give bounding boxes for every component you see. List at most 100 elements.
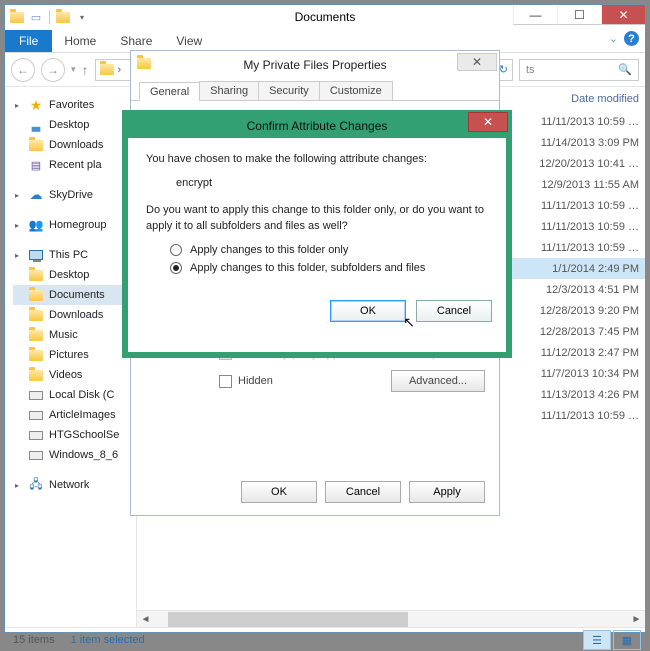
radio-icon xyxy=(170,262,182,274)
tree-music[interactable]: Music xyxy=(13,325,132,345)
tab-view[interactable]: View xyxy=(164,30,214,52)
properties-cancel-button[interactable]: Cancel xyxy=(325,481,401,503)
tree-windows8[interactable]: Windows_8_6 xyxy=(13,445,132,465)
scroll-thumb[interactable] xyxy=(168,612,408,627)
tree-localdisk[interactable]: Local Disk (C xyxy=(13,385,132,405)
tree-downloads[interactable]: Downloads xyxy=(13,135,132,155)
confirm-body: You have chosen to make the following at… xyxy=(128,138,506,294)
tab-sharing[interactable]: Sharing xyxy=(199,81,259,100)
network-icon: 🖧 xyxy=(28,477,44,493)
tree-network[interactable]: ▸🖧Network xyxy=(13,475,132,495)
forward-button[interactable]: → xyxy=(41,58,65,82)
confirm-close-button[interactable]: ✕ xyxy=(468,112,508,132)
properties-buttons: OK Cancel Apply xyxy=(241,481,485,503)
folder-icon xyxy=(28,307,44,323)
drive-icon xyxy=(28,407,44,423)
tab-security[interactable]: Security xyxy=(258,81,320,100)
selection-count: 1 item selected xyxy=(71,634,145,646)
confirm-ok-button[interactable]: OK ↖ xyxy=(330,300,406,322)
confirm-titlebar[interactable]: Confirm Attribute Changes ✕ xyxy=(128,114,506,138)
item-count: 15 items xyxy=(13,634,55,646)
confirm-cancel-button[interactable]: Cancel xyxy=(416,300,492,322)
up-button[interactable]: ↑ xyxy=(82,62,89,78)
scroll-left-icon[interactable]: ◄ xyxy=(137,611,154,628)
status-bar: 15 items 1 item selected ☰ ▦ xyxy=(5,627,645,651)
folder-icon xyxy=(137,58,151,69)
radio-folder-only[interactable]: Apply changes to this folder only xyxy=(170,244,488,256)
hidden-checkbox[interactable] xyxy=(219,375,232,388)
tree-documents[interactable]: Documents xyxy=(13,285,132,305)
tree-favorites[interactable]: ▸★Favorites xyxy=(13,95,132,115)
tab-share[interactable]: Share xyxy=(108,30,164,52)
advanced-button[interactable]: Advanced... xyxy=(391,370,485,392)
tree-pictures[interactable]: Pictures xyxy=(13,345,132,365)
ribbon-expand-icon[interactable]: ⌄ xyxy=(609,32,618,45)
properties-ok-button[interactable]: OK xyxy=(241,481,317,503)
quick-access-toolbar: ▭ ▾ xyxy=(5,9,90,25)
confirm-dialog: Confirm Attribute Changes ✕ You have cho… xyxy=(122,110,512,358)
folder-icon xyxy=(28,287,44,303)
tab-home[interactable]: Home xyxy=(52,30,108,52)
col-date-modified[interactable]: Date modified xyxy=(571,93,639,105)
pc-icon xyxy=(28,247,44,263)
properties-apply-button[interactable]: Apply xyxy=(409,481,485,503)
properties-title: My Private Files Properties xyxy=(243,58,386,72)
tree-articleimages[interactable]: ArticleImages xyxy=(13,405,132,425)
addr-chevron-icon[interactable]: › xyxy=(118,64,122,76)
radio-subfolders[interactable]: Apply changes to this folder, subfolders… xyxy=(170,262,488,274)
folder-icon xyxy=(28,367,44,383)
tree-thispc[interactable]: ▸This PC xyxy=(13,245,132,265)
minimize-button[interactable]: — xyxy=(513,5,557,25)
radio-subfolders-label: Apply changes to this folder, subfolders… xyxy=(190,262,425,274)
window-controls: — ☐ ✕ xyxy=(513,5,645,25)
properties-close-button[interactable]: ✕ xyxy=(457,53,497,71)
tree-skydrive[interactable]: ▸☁SkyDrive xyxy=(13,185,132,205)
radio-folder-only-label: Apply changes to this folder only xyxy=(190,244,348,256)
details-view-button[interactable]: ☰ xyxy=(583,630,611,650)
file-tab[interactable]: File xyxy=(5,30,52,52)
tree-htgschool[interactable]: HTGSchoolSe xyxy=(13,425,132,445)
horizontal-scrollbar[interactable]: ◄ ► xyxy=(137,610,645,627)
tab-general[interactable]: General xyxy=(139,82,200,101)
help-icon[interactable]: ? xyxy=(624,31,639,46)
tree-desktop[interactable]: ▃Desktop xyxy=(13,115,132,135)
star-icon: ★ xyxy=(28,97,44,113)
hidden-label: Hidden xyxy=(238,375,273,387)
tab-customize[interactable]: Customize xyxy=(319,81,393,100)
tree-downloads2[interactable]: Downloads xyxy=(13,305,132,325)
scroll-right-icon[interactable]: ► xyxy=(628,611,645,628)
folder-icon xyxy=(9,9,25,25)
confirm-intro: You have chosen to make the following at… xyxy=(146,152,488,167)
folder-icon xyxy=(100,64,114,75)
cursor-icon: ↖ xyxy=(403,314,415,331)
icons-view-button[interactable]: ▦ xyxy=(613,630,641,650)
maximize-button[interactable]: ☐ xyxy=(557,5,601,25)
search-icon[interactable]: 🔍 xyxy=(618,63,632,76)
confirm-title: Confirm Attribute Changes xyxy=(247,119,388,133)
back-button[interactable]: ← xyxy=(11,58,35,82)
properties-titlebar[interactable]: My Private Files Properties ✕ xyxy=(131,51,499,79)
tree-recent[interactable]: ▤Recent pla xyxy=(13,155,132,175)
search-placeholder: ts xyxy=(526,64,535,76)
properties-icon[interactable]: ▭ xyxy=(28,9,44,25)
properties-tabs: General Sharing Security Customize xyxy=(131,79,499,101)
cloud-icon: ☁ xyxy=(28,187,44,203)
folder-icon xyxy=(28,267,44,283)
recent-icon: ▤ xyxy=(28,157,44,173)
homegroup-icon: 👥 xyxy=(28,217,44,233)
tree-homegroup[interactable]: ▸👥Homegroup xyxy=(13,215,132,235)
tree-videos[interactable]: Videos xyxy=(13,365,132,385)
folder-icon xyxy=(28,137,44,153)
qat-dropdown-icon[interactable]: ▾ xyxy=(74,9,90,25)
details-view-icon: ☰ xyxy=(592,634,602,647)
tree-desktop2[interactable]: Desktop xyxy=(13,265,132,285)
new-folder-icon[interactable] xyxy=(55,9,71,25)
refresh-icon[interactable]: ↻ xyxy=(499,63,508,76)
drive-icon xyxy=(28,387,44,403)
nav-tree[interactable]: ▸★Favorites ▃Desktop Downloads ▤Recent p… xyxy=(5,87,137,627)
titlebar: ▭ ▾ Documents — ☐ ✕ xyxy=(5,5,645,29)
close-button[interactable]: ✕ xyxy=(601,5,645,25)
history-dropdown-icon[interactable]: ▾ xyxy=(71,64,76,75)
desktop-icon: ▃ xyxy=(28,117,44,133)
search-input[interactable]: ts 🔍 xyxy=(519,59,639,81)
